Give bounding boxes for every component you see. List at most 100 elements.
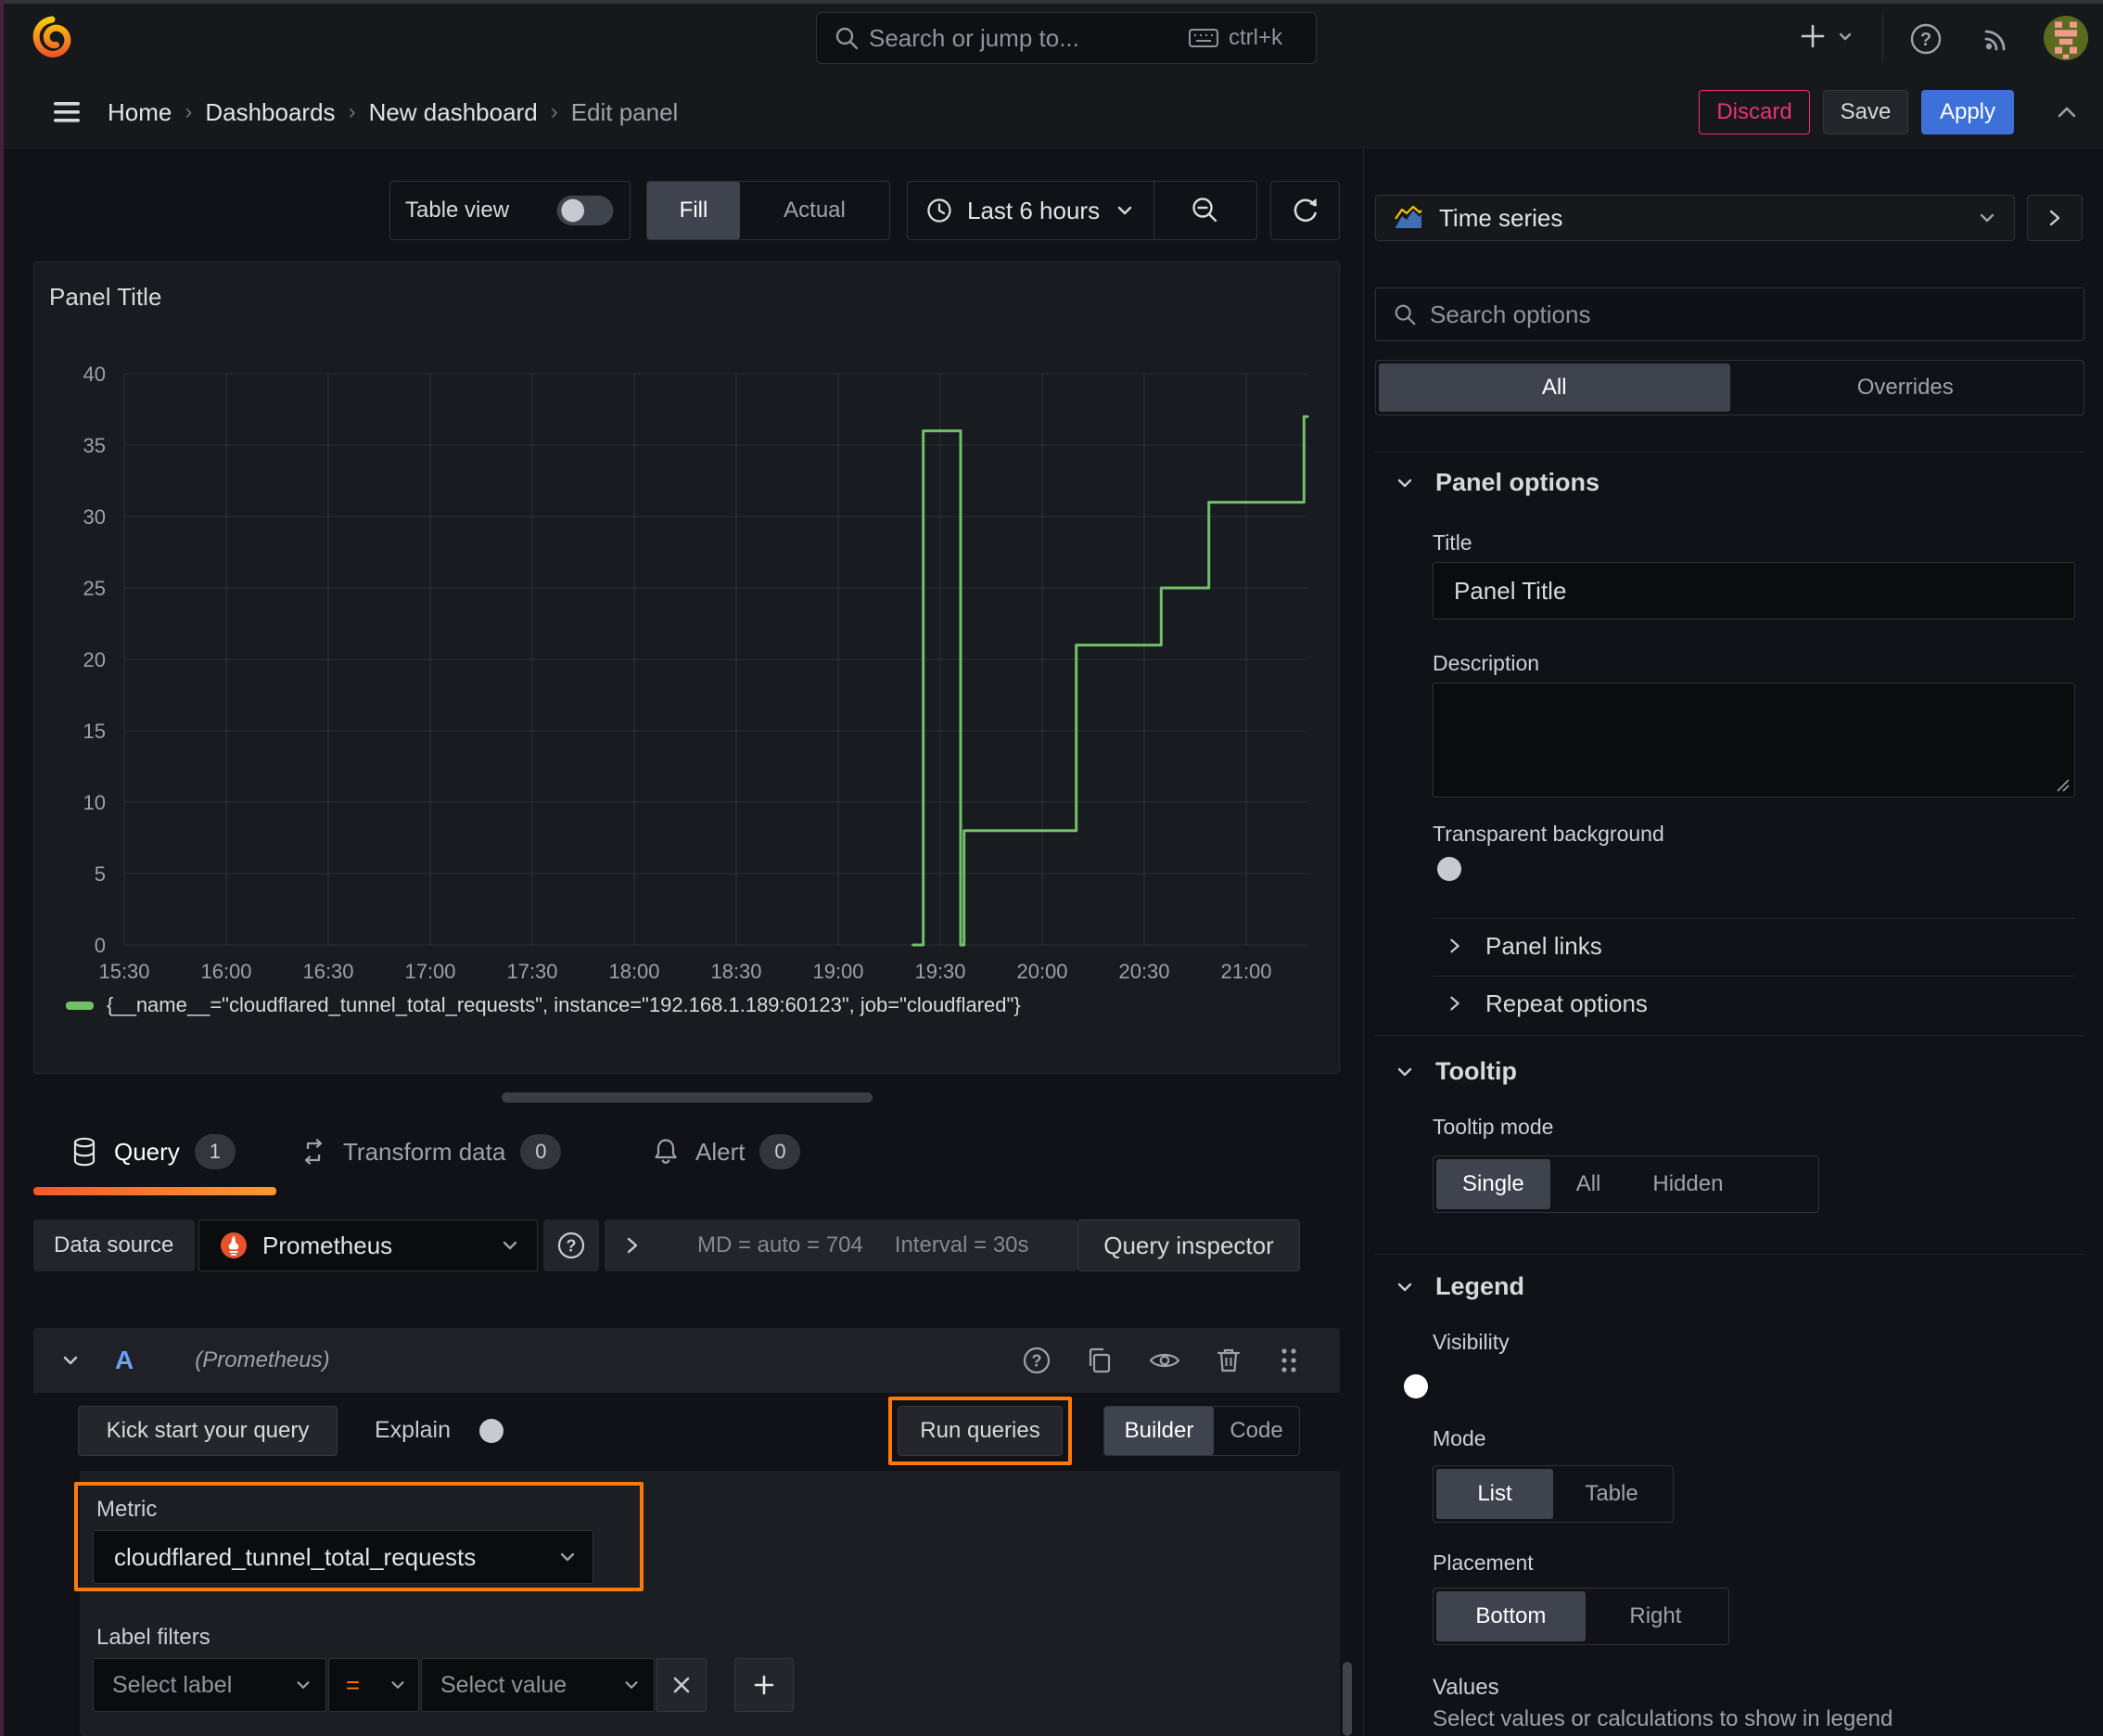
time-range-picker[interactable]: Last 6 hours (907, 181, 1257, 240)
collapse-options-button[interactable] (2027, 195, 2083, 241)
scrollbar[interactable] (1343, 1662, 1352, 1736)
panel-links-section[interactable]: Panel links (1447, 927, 1602, 964)
refresh-button[interactable] (1270, 181, 1340, 240)
operator-dropdown[interactable]: = (328, 1658, 419, 1712)
time-series-chart[interactable]: 0 5 10 15 20 25 30 35 40 15:30 16:00 16:30 17:00 17:3… (34, 262, 1339, 1073)
select-label-dropdown[interactable]: Select label (93, 1658, 326, 1712)
tooltip-mode-hidden[interactable]: Hidden (1626, 1159, 1749, 1209)
discard-button[interactable]: Discard (1699, 90, 1810, 134)
datasource-help-button[interactable]: ? (543, 1219, 599, 1271)
user-avatar[interactable] (2044, 16, 2088, 60)
tab-query-label: Query (114, 1137, 180, 1166)
breadcrumb-new-dashboard[interactable]: New dashboard (369, 98, 538, 127)
alert-count-badge: 0 (759, 1134, 801, 1169)
window-top-edge (0, 0, 2103, 4)
chart-legend[interactable]: {__name__="cloudflared_tunnel_total_requ… (66, 993, 1021, 1017)
duplicate-icon[interactable] (1084, 1345, 1115, 1376)
chevron-down-icon (557, 1547, 578, 1567)
repeat-options-section[interactable]: Repeat options (1447, 985, 1648, 1022)
trash-icon[interactable] (1214, 1345, 1243, 1376)
divider (1375, 1035, 2084, 1036)
breadcrumb-home[interactable]: Home (108, 98, 172, 127)
datasource-picker[interactable]: Prometheus (198, 1219, 538, 1271)
tab-transform[interactable]: Transform data 0 (299, 1124, 562, 1180)
chevron-down-icon[interactable] (59, 1349, 82, 1372)
apply-button[interactable]: Apply (1921, 90, 2014, 134)
options-search[interactable] (1375, 287, 2084, 341)
legend-placement-bottom[interactable]: Bottom (1436, 1591, 1586, 1641)
max-data-points-stat: MD = auto = 704 (697, 1232, 863, 1257)
search-shortcut: ctrl+k (1229, 25, 1283, 50)
sidebar-divider (1363, 148, 1364, 1736)
tooltip-header[interactable]: Tooltip (1395, 1057, 1517, 1086)
tab-alert[interactable]: Alert 0 (651, 1124, 801, 1180)
add-button[interactable] (1797, 20, 1854, 52)
chevron-right-icon (2049, 210, 2060, 226)
tab-query[interactable]: Query 1 (70, 1124, 236, 1180)
eye-icon[interactable] (1147, 1345, 1182, 1376)
save-button[interactable]: Save (1823, 90, 1908, 134)
legend-series-label: {__name__="cloudflared_tunnel_total_requ… (107, 993, 1021, 1016)
fill-option[interactable]: Fill (647, 182, 740, 239)
panel-resize-handle[interactable] (502, 1092, 873, 1103)
query-count-badge: 1 (194, 1134, 236, 1169)
svg-text:19:00: 19:00 (812, 960, 863, 983)
legend-placement-right[interactable]: Right (1586, 1591, 1726, 1641)
query-inspector-button[interactable]: Query inspector (1077, 1219, 1300, 1271)
legend-header[interactable]: Legend (1395, 1272, 1524, 1301)
resize-grip-icon (2057, 779, 2070, 792)
tab-overrides[interactable]: Overrides (1730, 364, 2082, 412)
svg-text:15:30: 15:30 (98, 960, 149, 983)
legend-mode-table[interactable]: Table (1553, 1469, 1670, 1519)
search-input[interactable] (869, 13, 1175, 63)
description-textarea[interactable] (1433, 683, 2075, 798)
remove-filter-button[interactable] (656, 1658, 707, 1712)
news-rss-icon[interactable] (1979, 21, 2014, 57)
chevron-down-icon (1397, 479, 1412, 487)
global-search[interactable]: ctrl+k (816, 12, 1317, 64)
code-option[interactable]: Code (1214, 1407, 1299, 1455)
zoom-out-icon[interactable] (1189, 194, 1222, 227)
time-range-label: Last 6 hours (967, 196, 1101, 224)
clock-icon (924, 196, 954, 225)
table-view-label: Table view (405, 198, 510, 223)
options-search-input[interactable] (1430, 300, 1986, 329)
metric-label: Metric (96, 1497, 158, 1522)
drag-grip-icon[interactable] (1275, 1344, 1303, 1377)
tooltip-mode-single[interactable]: Single (1436, 1159, 1550, 1209)
query-row-header[interactable]: A (Prometheus) ? (33, 1328, 1340, 1393)
tab-all[interactable]: All (1379, 364, 1730, 412)
svg-text:25: 25 (83, 577, 106, 600)
breadcrumb-dashboards[interactable]: Dashboards (205, 98, 335, 127)
menu-icon[interactable] (50, 98, 83, 126)
fill-actual-switch: Fill Actual (646, 181, 890, 240)
chevron-up-icon[interactable] (2051, 98, 2083, 126)
chevron-right-icon[interactable] (623, 1234, 642, 1257)
kick-start-query-button[interactable]: Kick start your query (78, 1406, 338, 1456)
help-icon: ? (557, 1232, 585, 1259)
panel-title-input[interactable] (1433, 562, 2075, 619)
help-icon[interactable]: ? (1021, 1345, 1052, 1376)
datasource-label: Data source (54, 1232, 174, 1257)
query-ref-id[interactable]: A (115, 1346, 134, 1375)
help-icon[interactable]: ? (1908, 21, 1944, 57)
add-filter-button[interactable] (734, 1658, 794, 1712)
metric-select[interactable]: cloudflared_tunnel_total_requests (93, 1530, 593, 1584)
description-label: Description (1433, 651, 1540, 675)
visualization-picker[interactable]: Time series (1375, 195, 2015, 241)
tooltip-mode-all[interactable]: All (1550, 1159, 1627, 1209)
chevron-right-icon (1450, 996, 1459, 1011)
table-view-toggle[interactable] (556, 195, 614, 226)
builder-option[interactable]: Builder (1104, 1407, 1214, 1455)
legend-mode-list[interactable]: List (1436, 1469, 1553, 1519)
grafana-logo[interactable] (32, 15, 74, 59)
explain-label: Explain (375, 1417, 451, 1443)
chevron-down-icon (1977, 208, 1997, 228)
window-left-edge (0, 0, 4, 1736)
select-value-dropdown[interactable]: Select value (421, 1658, 655, 1712)
svg-text:17:30: 17:30 (506, 960, 557, 983)
run-queries-button[interactable]: Run queries (898, 1406, 1063, 1456)
panel-options-header[interactable]: Panel options (1395, 468, 1600, 497)
actual-option[interactable]: Actual (740, 182, 889, 239)
bell-icon (651, 1136, 681, 1168)
